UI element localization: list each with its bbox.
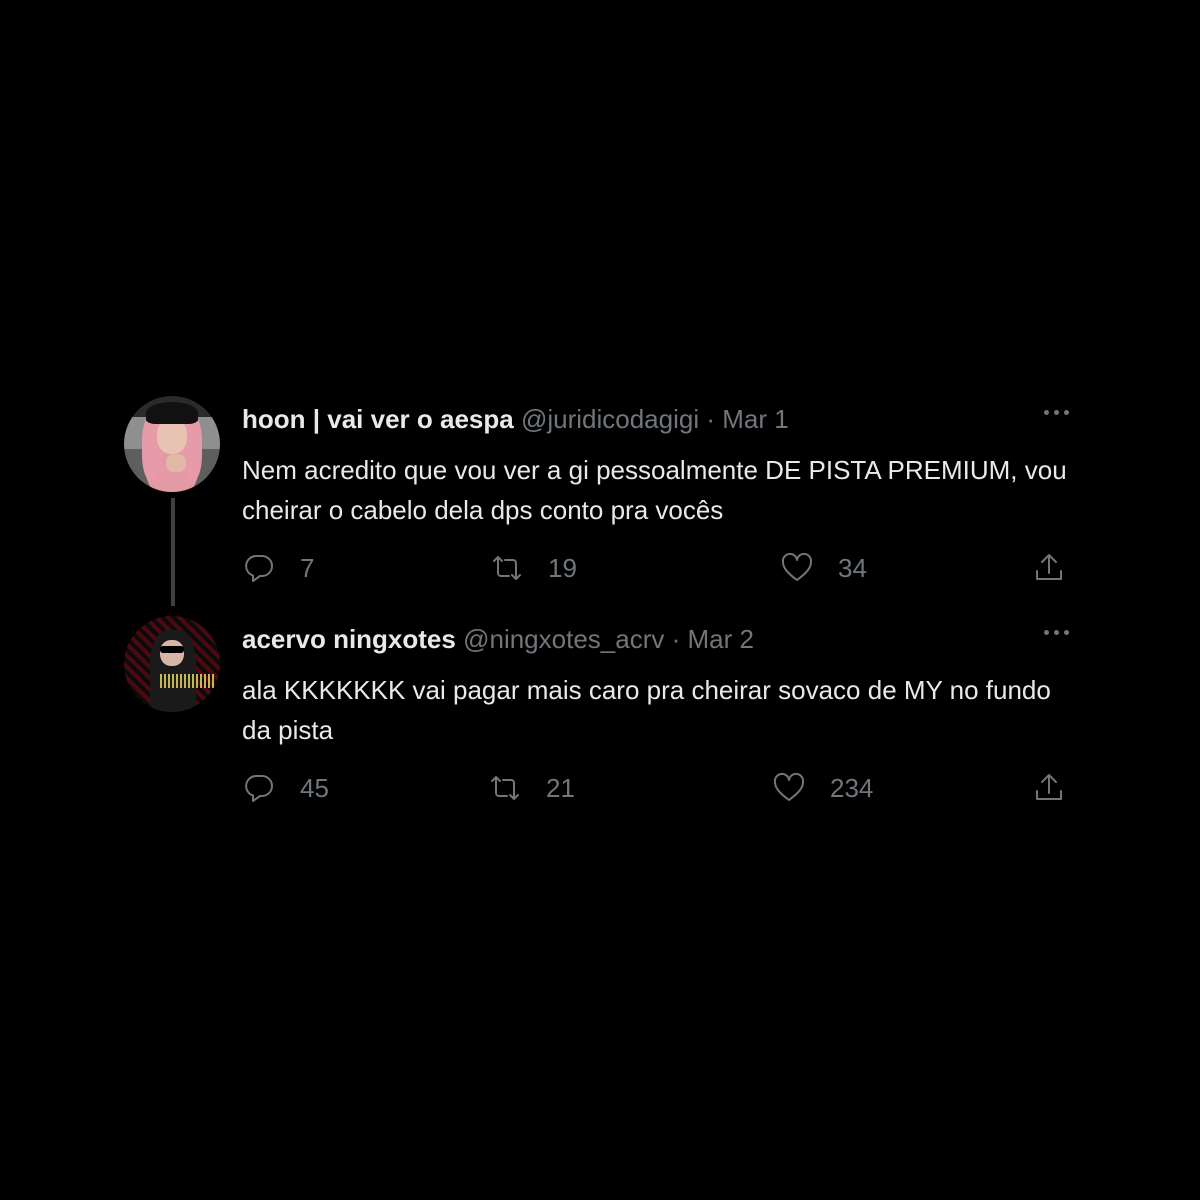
avatar-face [160, 640, 184, 666]
avatar-sunglasses [160, 646, 184, 653]
like-button[interactable]: 234 [772, 768, 873, 808]
retweet-button[interactable]: 19 [490, 548, 577, 588]
heart-icon [781, 552, 813, 581]
like-count: 234 [830, 772, 874, 803]
tweet-date[interactable]: Mar 2 [688, 624, 754, 654]
more-icon[interactable] [1042, 622, 1072, 642]
avatar-hat [146, 402, 198, 424]
share-icon [1036, 774, 1062, 800]
share-button[interactable] [1032, 548, 1066, 588]
retweet-icon [493, 556, 521, 580]
avatar-caption-graphic [160, 674, 216, 688]
user-handle[interactable]: @juridicodagigi [521, 404, 699, 434]
separator-dot: · [706, 404, 716, 434]
reply-button[interactable]: 7 [242, 548, 314, 588]
avatar-hand [166, 454, 186, 472]
retweet-button[interactable]: 21 [488, 768, 575, 808]
retweet-count: 21 [546, 772, 575, 803]
reply-count: 7 [300, 552, 315, 583]
user-handle[interactable]: @ningxotes_acrv [463, 624, 664, 654]
display-name[interactable]: acervo ningxotes [242, 624, 456, 654]
avatar[interactable] [124, 616, 220, 712]
reply-icon [245, 775, 273, 802]
like-count: 34 [838, 552, 867, 583]
like-button[interactable]: 34 [780, 548, 867, 588]
reply-icon [245, 555, 273, 582]
tweet-header: hoon | vai ver o aespa @juridicodagigi ·… [242, 402, 789, 436]
reply-count: 45 [300, 772, 329, 803]
tweet-text: Nem acredito que vou ver a gi pessoalmen… [242, 455, 1067, 525]
separator-dot: · [671, 624, 681, 654]
display-name[interactable]: hoon | vai ver o aespa [242, 404, 514, 434]
tweet-header: acervo ningxotes @ningxotes_acrv · Mar 2 [242, 622, 754, 656]
thread-connector-line [171, 498, 175, 606]
tweet-actions: 7 19 34 [242, 548, 1072, 588]
heart-icon [773, 772, 805, 801]
tweet-actions: 45 21 234 [242, 768, 1072, 808]
tweet-text: ala KKKKKKK vai pagar mais caro pra chei… [242, 675, 1051, 745]
share-icon [1036, 554, 1062, 580]
avatar[interactable] [124, 396, 220, 492]
retweet-count: 19 [548, 552, 577, 583]
retweet-icon [491, 776, 519, 800]
more-icon[interactable] [1042, 402, 1072, 422]
reply-button[interactable]: 45 [242, 768, 329, 808]
tweet-date[interactable]: Mar 1 [722, 404, 788, 434]
share-button[interactable] [1032, 768, 1066, 808]
tweet-thread: hoon | vai ver o aespa @juridicodagigi ·… [0, 0, 1200, 1200]
